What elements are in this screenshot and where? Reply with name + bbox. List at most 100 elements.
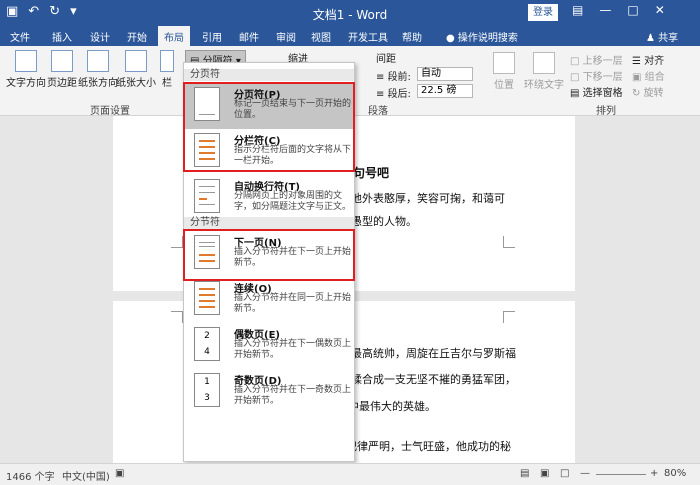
tab-file[interactable]: 文件 (10, 29, 30, 44)
position-button[interactable]: 位置 (490, 52, 518, 91)
zoom-slider[interactable] (596, 474, 646, 475)
group-button[interactable]: ▣ 组合 (632, 68, 665, 83)
tell-me-search[interactable]: ● 操作说明搜索 (446, 29, 518, 44)
proofing-icon[interactable]: ▣ (115, 468, 124, 479)
wrap-text-button[interactable]: 环绕文字 (524, 52, 564, 91)
menu-item-odd-page[interactable]: 13 奇数页(D) 插入分节符并在下一奇数页上开始新节。 (184, 369, 354, 415)
columns-label: 栏 (162, 78, 172, 89)
tab-home[interactable]: 开始 (127, 29, 147, 44)
text-wrapping-icon (194, 179, 220, 213)
heading-fragment: 句号吧 (353, 166, 390, 180)
align-label: 对齐 (644, 56, 665, 67)
maximize-icon[interactable]: □ (627, 3, 638, 17)
page-breaks-section-header: 分页符 (184, 69, 354, 81)
size-icon (125, 50, 147, 72)
after-field[interactable]: 22.5 磅 (417, 84, 473, 98)
tab-references[interactable]: 引用 (202, 29, 222, 44)
spacing-label: 间距 (376, 54, 396, 65)
arrange-group-label: 排列 (596, 106, 616, 117)
status-bar: 1466 个字 中文(中国) ▣ ▤ ▣ □ — + 80% (0, 463, 700, 485)
position-icon (493, 52, 515, 74)
after-label-text: 段后: (387, 89, 411, 100)
page-setup-group-label: 页面设置 (90, 106, 130, 117)
highlight-box-next-page (183, 229, 355, 281)
margins-button[interactable]: 页边距 (47, 50, 77, 89)
margins-label: 页边距 (47, 78, 77, 89)
text-direction-label: 文字方向 (6, 78, 46, 89)
selection-pane-button[interactable]: ▤ 选择窗格 (570, 84, 623, 99)
send-backward-label: 下移一层 (582, 72, 623, 83)
zoom-in-icon[interactable]: + (650, 468, 658, 479)
share-button[interactable]: ♟ 共享 (646, 29, 678, 44)
menu-item-even-page[interactable]: 24 偶数页(E) 插入分节符并在下一偶数页上开始新节。 (184, 323, 354, 369)
size-label: 纸张大小 (116, 78, 156, 89)
text-direction-icon (15, 50, 37, 72)
even-page-icon: 24 (194, 327, 220, 361)
after-label: ≡ 段后: (376, 89, 411, 100)
rotate-button[interactable]: ↻ 旋转 (632, 84, 664, 99)
login-button[interactable]: 登录 (528, 4, 558, 21)
before-field[interactable]: 自动 (417, 67, 473, 81)
wrap-text-icon (533, 52, 555, 74)
size-button[interactable]: 纸张大小 (116, 50, 156, 89)
menu-item-description: 分隔网页上的对象周围的文字，如分隔题注文字与正文。 (234, 191, 352, 212)
margins-icon (51, 50, 73, 72)
paragraph-group-label: 段落 (368, 106, 388, 117)
minimize-icon[interactable]: — (599, 3, 611, 17)
highlight-box-page-break (183, 82, 355, 172)
body-line: 愚型的人物。 (351, 215, 417, 228)
crop-mark (503, 236, 515, 248)
columns-button[interactable]: 栏 (158, 50, 176, 89)
crop-mark (171, 311, 183, 323)
continuous-icon (194, 281, 220, 315)
menu-item-text-wrapping[interactable]: 自动换行符(T) 分隔网页上的对象周围的文字，如分隔题注文字与正文。 (184, 175, 354, 221)
bring-forward-label: 上移一层 (582, 56, 623, 67)
orientation-icon (87, 50, 109, 72)
tab-developer[interactable]: 开发工具 (348, 29, 388, 44)
tell-me-label: 操作说明搜索 (457, 33, 518, 44)
ribbon-display-icon[interactable]: ▤ (572, 3, 583, 17)
tab-view[interactable]: 视图 (311, 29, 331, 44)
word-count[interactable]: 1466 个字 (6, 468, 55, 483)
zoom-level[interactable]: 80% (664, 468, 686, 479)
send-backward-button[interactable]: □ 下移一层 (570, 68, 623, 83)
close-icon[interactable]: ✕ (655, 3, 665, 17)
align-button[interactable]: ☰ 对齐 (632, 52, 664, 67)
crop-mark (171, 236, 183, 248)
title-bar: ▣ ↶ ↻ ▾ 文档1 - Word 登录 ▤ — □ ✕ (0, 0, 700, 26)
group-label: 组合 (644, 72, 665, 83)
body-line: 最高统帅，周旋在丘吉尔与罗斯福 (351, 347, 516, 360)
print-layout-icon[interactable]: ▣ (540, 468, 549, 479)
odd-page-icon: 13 (194, 373, 220, 407)
body-line: 他外表憨厚，笑容可掬，和蔼可 (351, 192, 505, 205)
crop-mark (503, 311, 515, 323)
menu-item-continuous[interactable]: 连续(O) 插入分节符并在同一页上开始新节。 (184, 277, 354, 323)
tab-review[interactable]: 审阅 (276, 29, 296, 44)
window-controls: ▤ — □ ✕ (572, 3, 665, 17)
menu-item-description: 插入分节符并在下一偶数页上开始新节。 (234, 339, 352, 360)
menu-item-description: 插入分节符并在下一奇数页上开始新节。 (234, 385, 352, 406)
ribbon-tabs: 文件 插入 设计 开始 布局 引用 邮件 审阅 视图 开发工具 帮助 ● 操作说… (0, 26, 700, 46)
selection-pane-label: 选择窗格 (582, 88, 623, 99)
language-indicator[interactable]: 中文(中国) (62, 468, 110, 483)
tab-layout[interactable]: 布局 (158, 26, 190, 46)
tab-insert[interactable]: 插入 (52, 29, 72, 44)
bring-forward-button[interactable]: □ 上移一层 (570, 52, 623, 67)
rotate-label: 旋转 (643, 88, 664, 99)
tab-design[interactable]: 设计 (90, 29, 110, 44)
tab-mailings[interactable]: 邮件 (239, 29, 259, 44)
position-label: 位置 (494, 80, 514, 91)
share-label: 共享 (658, 33, 679, 44)
web-layout-icon[interactable]: □ (560, 468, 569, 479)
body-line: 揉合成一支无坚不摧的勇猛军团， (351, 373, 516, 386)
read-mode-icon[interactable]: ▤ (520, 468, 529, 479)
before-label: ≡ 段前: (376, 72, 411, 83)
orientation-label: 纸张方向 (78, 78, 118, 89)
zoom-out-icon[interactable]: — (580, 468, 590, 479)
section-breaks-section-header: 分节符 (184, 217, 354, 229)
tab-help[interactable]: 帮助 (402, 29, 422, 44)
orientation-button[interactable]: 纸张方向 (78, 50, 118, 89)
menu-item-description: 插入分节符并在同一页上开始新节。 (234, 293, 352, 314)
text-direction-button[interactable]: 文字方向 (6, 50, 46, 89)
before-label-text: 段前: (387, 72, 411, 83)
